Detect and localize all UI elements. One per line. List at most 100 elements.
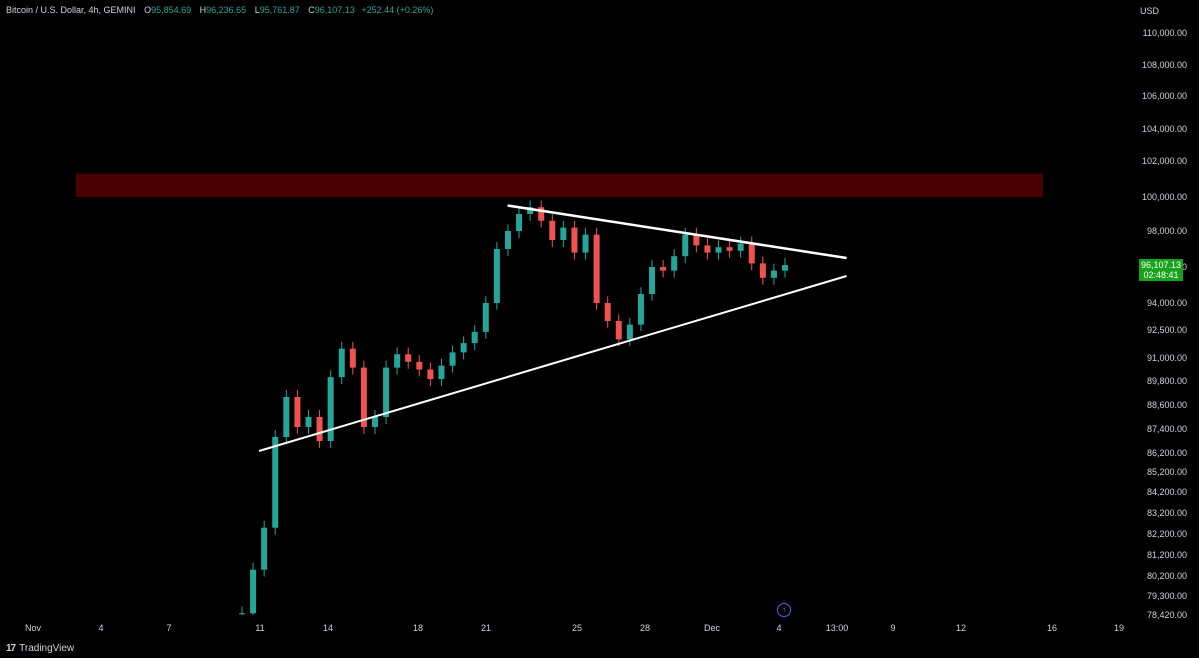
candle-body — [615, 321, 622, 340]
candle-body — [782, 265, 788, 271]
tradingview-brand[interactable]: 17 TradingView — [6, 643, 74, 654]
candle-body — [316, 417, 323, 441]
change-value: +252.44 (+0.26%) — [361, 5, 434, 15]
y-tick-label: 89,800.00 — [1147, 376, 1187, 386]
resistance-zone[interactable] — [76, 173, 1043, 197]
candle-body — [261, 527, 268, 570]
candle-body — [493, 249, 500, 303]
candle-body — [427, 369, 434, 380]
close-value: 96,107.13 — [314, 5, 355, 15]
candle-body — [626, 324, 633, 340]
candle-body — [726, 247, 733, 251]
y-tick-label: 81,200.00 — [1147, 550, 1187, 560]
candle-body — [704, 245, 711, 253]
candle-body — [239, 613, 245, 615]
x-tick-label: 4 — [98, 623, 103, 633]
candle-body — [571, 227, 578, 253]
candle-body — [383, 367, 390, 417]
y-tick-label: 102,000.00 — [1142, 156, 1187, 166]
y-tick-label: 106,000.00 — [1142, 91, 1187, 101]
x-tick-label: 13:00 — [826, 623, 849, 633]
bar-countdown: 02:48:41 — [1143, 270, 1179, 281]
symbol-legend: Bitcoin / U.S. Dollar, 4h, GEMINI O95,85… — [6, 5, 433, 15]
candle-body — [560, 227, 567, 240]
candle-body — [737, 243, 744, 251]
x-tick-label: 4 — [776, 623, 781, 633]
x-tick-label: 16 — [1047, 623, 1057, 633]
currency-label[interactable]: USD — [1140, 6, 1159, 16]
candle-body — [438, 365, 445, 380]
y-tick-label: 86,200.00 — [1147, 448, 1187, 458]
candle-body — [504, 231, 511, 249]
x-tick-label: 18 — [413, 623, 423, 633]
candle-body — [449, 352, 456, 366]
candle-body — [549, 220, 556, 240]
tradingview-logo-icon: 17 — [6, 643, 16, 654]
y-tick-label: 87,400.00 — [1147, 424, 1187, 434]
candle-body — [482, 303, 489, 332]
candle-body — [283, 397, 290, 437]
candle-body — [349, 348, 356, 368]
candle-body — [305, 417, 312, 427]
candle-body — [671, 256, 678, 271]
y-tick-label: 82,200.00 — [1147, 529, 1187, 539]
event-flag-icon[interactable]: ↑ — [777, 603, 791, 617]
y-tick-label: 108,000.00 — [1142, 60, 1187, 70]
candle-body — [327, 377, 334, 441]
candle-body — [272, 437, 279, 528]
candle-body — [405, 354, 412, 362]
candle-body — [682, 234, 689, 257]
x-tick-label: Nov — [25, 623, 42, 633]
y-tick-label: 100,000.00 — [1142, 192, 1187, 202]
y-tick-label: 110,000.00 — [1143, 28, 1187, 38]
y-tick-label: 91,000.00 — [1147, 353, 1187, 363]
open-value: 95,854.69 — [151, 5, 192, 15]
y-tick-label: 80,200.00 — [1147, 571, 1187, 581]
candle-body — [294, 397, 301, 427]
y-tick-label: 98,000.00 — [1147, 226, 1187, 236]
last-price-tag: 96,107.13 02:48:41 — [1139, 259, 1183, 282]
candle-body — [371, 417, 378, 427]
upper-trendline[interactable] — [507, 204, 847, 260]
x-tick-label: 21 — [481, 623, 491, 633]
candle-body — [471, 331, 478, 344]
x-tick-label: 11 — [255, 623, 264, 633]
candle-body — [759, 263, 766, 278]
candle-body — [649, 267, 656, 294]
y-tick-label: 94,000.00 — [1147, 298, 1187, 308]
x-tick-label: 7 — [166, 623, 171, 633]
y-tick-label: 78,420.00 — [1147, 610, 1187, 620]
candle-body — [394, 354, 401, 368]
candle-body — [250, 569, 257, 614]
candle-body — [416, 361, 423, 370]
lower-trendline[interactable] — [258, 275, 847, 452]
candle-body — [593, 234, 600, 303]
candle-body — [770, 270, 777, 278]
y-tick-label: 84,200.00 — [1147, 487, 1187, 497]
x-tick-label: 14 — [323, 623, 333, 633]
candle-body — [748, 243, 755, 264]
candle-body — [338, 348, 345, 378]
candle-body — [715, 247, 722, 253]
candle-body — [516, 214, 523, 231]
low-value: 95,761.87 — [259, 5, 300, 15]
y-tick-label: 79,300.00 — [1147, 591, 1187, 601]
y-tick-label: 83,200.00 — [1147, 508, 1187, 518]
x-tick-label: 28 — [640, 623, 650, 633]
x-tick-label: 19 — [1114, 623, 1124, 633]
y-tick-label: 92,500.00 — [1147, 325, 1187, 335]
x-tick-label: 12 — [956, 623, 966, 633]
x-tick-label: 9 — [890, 623, 895, 633]
price-chart[interactable]: 110,000.00 108,000.00 106,000.00 104,000.00… — [0, 0, 1199, 658]
y-tick-label: 85,200.00 — [1147, 467, 1187, 477]
brand-name: TradingView — [19, 643, 75, 654]
x-tick-label: Dec — [704, 623, 721, 633]
candle-body — [604, 303, 611, 321]
candle-body — [660, 267, 667, 271]
last-price-value: 96,107.13 — [1140, 260, 1182, 271]
x-tick-label: 25 — [572, 623, 582, 633]
candle-body — [360, 367, 367, 427]
candle-body — [637, 294, 644, 325]
candle-body — [582, 234, 589, 253]
symbol-title[interactable]: Bitcoin / U.S. Dollar, 4h, GEMINI — [6, 5, 136, 15]
